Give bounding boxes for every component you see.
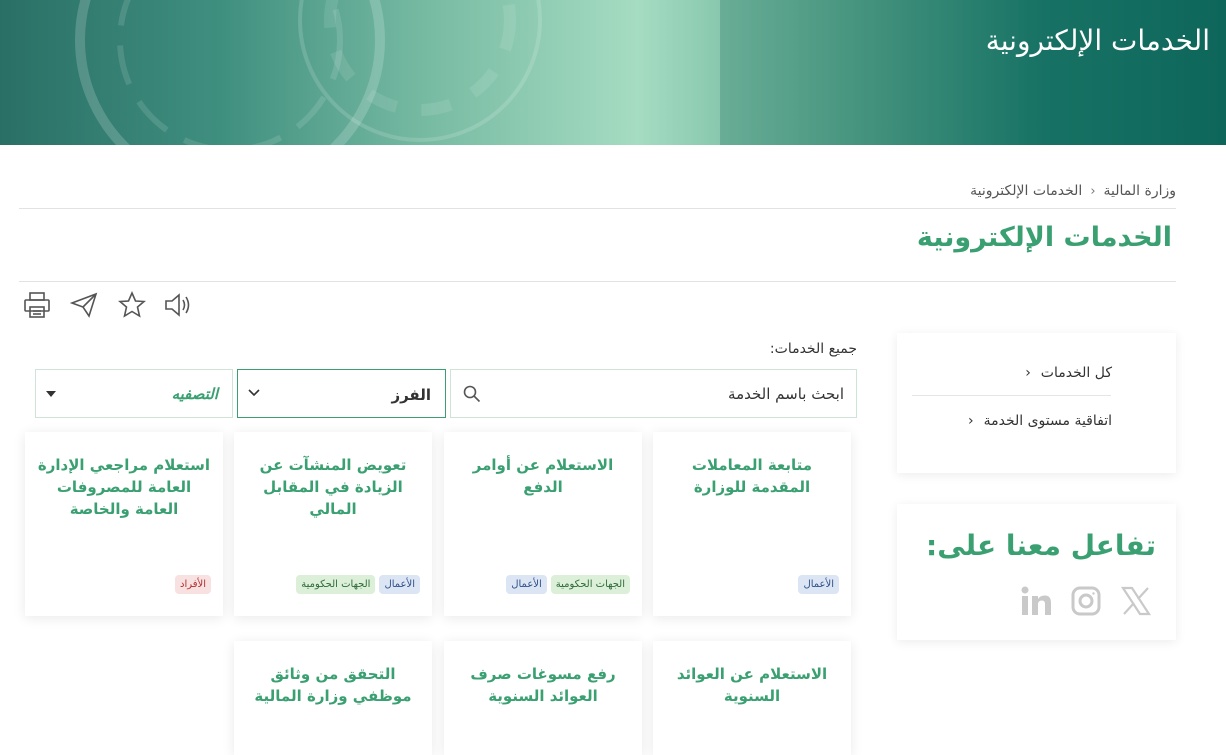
linkedin-icon[interactable] — [1019, 584, 1053, 618]
side-menu-item-sla[interactable]: اتفاقية مستوى الخدمة ‹ — [968, 413, 1112, 429]
hero-banner: الخدمات الإلكترونية — [0, 0, 1226, 145]
side-menu-item-all-services[interactable]: كل الخدمات ‹ — [1025, 365, 1112, 381]
share-icon[interactable] — [68, 289, 102, 321]
tag-government: الجهات الحكومية — [550, 575, 630, 594]
page-tools — [20, 288, 196, 322]
all-services-label: جميع الخدمات: — [769, 341, 857, 357]
breadcrumb-separator-icon: ‹ — [1090, 183, 1096, 199]
service-card-tags: الجهات الحكومية الأعمال — [506, 575, 630, 594]
search-input[interactable] — [484, 370, 844, 417]
breadcrumb: وزارة المالية ‹ الخدمات الإلكترونية — [970, 183, 1176, 199]
service-card-title: رفع مسوغات صرف العوائد السنوية — [470, 665, 616, 705]
service-card[interactable]: الاستعلام عن أوامر الدفع الجهات الحكومية… — [444, 432, 642, 616]
social-panel: تفاعل معنا على: — [897, 504, 1176, 640]
tag-individuals: الأفراد — [174, 575, 211, 594]
page-title: الخدمات الإلكترونية — [916, 222, 1172, 253]
side-menu: كل الخدمات ‹ اتفاقية مستوى الخدمة ‹ — [897, 333, 1176, 473]
service-card[interactable]: رفع مسوغات صرف العوائد السنوية — [444, 641, 642, 755]
tag-business: الأعمال — [798, 575, 839, 594]
instagram-icon[interactable] — [1069, 584, 1103, 618]
x-icon[interactable] — [1119, 584, 1153, 618]
hero-title: الخدمات الإلكترونية — [985, 24, 1210, 57]
sort-select-value: الفرز — [391, 386, 431, 404]
search-icon[interactable] — [463, 385, 481, 403]
service-card[interactable]: التحقق من وثائق موظفي وزارة المالية — [234, 641, 432, 755]
service-card-tags: الأعمال الجهات الحكومية — [296, 575, 420, 594]
chevron-left-icon: ‹ — [1025, 365, 1031, 381]
side-menu-item-label: كل الخدمات — [1040, 365, 1112, 381]
divider — [19, 281, 1176, 282]
service-card-title: الاستعلام عن أوامر الدفع — [472, 456, 614, 496]
service-card-title: متابعة المعاملات المقدمة للوزارة — [691, 456, 813, 496]
divider — [19, 208, 1176, 209]
search-box — [450, 369, 857, 418]
service-card[interactable]: تعويض المنشآت عن الزيادة في المقابل الما… — [234, 432, 432, 616]
chevron-down-icon — [248, 389, 260, 397]
print-icon[interactable] — [20, 289, 54, 321]
service-card-title: التحقق من وثائق موظفي وزارة المالية — [254, 665, 412, 705]
service-card-tags: الأفراد — [174, 575, 211, 594]
chevron-left-icon: ‹ — [967, 413, 974, 429]
breadcrumb-current: الخدمات الإلكترونية — [970, 183, 1083, 199]
service-card-title: تعويض المنشآت عن الزيادة في المقابل الما… — [259, 456, 407, 518]
service-card[interactable]: متابعة المعاملات المقدمة للوزارة الأعمال — [653, 432, 851, 616]
tag-business: الأعمال — [379, 575, 420, 594]
breadcrumb-home[interactable]: وزارة المالية — [1104, 183, 1176, 199]
filter-select-value: التصفيه — [171, 385, 218, 403]
hero-decoration — [75, 0, 1226, 145]
service-card[interactable]: استعلام مراجعي الإدارة العامة للمصروفات … — [25, 432, 223, 616]
social-icons — [1019, 584, 1153, 618]
sort-select[interactable]: الفرز — [237, 369, 446, 418]
filter-select[interactable]: التصفيه — [35, 369, 233, 418]
service-card-title: الاستعلام عن العوائد السنوية — [676, 665, 828, 705]
social-title: تفاعل معنا على: — [926, 529, 1156, 562]
service-card-title: استعلام مراجعي الإدارة العامة للمصروفات … — [37, 456, 211, 518]
caret-down-icon — [46, 391, 56, 397]
side-menu-item-label: اتفاقية مستوى الخدمة — [983, 413, 1112, 429]
divider — [912, 395, 1111, 396]
service-card[interactable]: الاستعلام عن العوائد السنوية — [653, 641, 851, 755]
favorite-icon[interactable] — [115, 289, 149, 321]
service-card-tags: الأعمال — [798, 575, 839, 594]
audio-icon[interactable] — [163, 289, 197, 321]
tag-business: الأعمال — [506, 575, 547, 594]
tag-government: الجهات الحكومية — [296, 575, 376, 594]
